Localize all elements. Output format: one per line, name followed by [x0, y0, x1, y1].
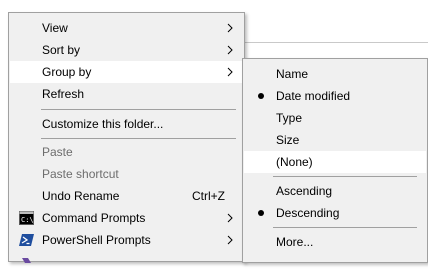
menu-item-undo-rename[interactable]: Undo Rename Ctrl+Z	[10, 185, 243, 207]
menu-item-sort-by[interactable]: Sort by	[10, 39, 243, 61]
app-icon	[22, 258, 31, 263]
menu-item-paste: Paste	[10, 141, 243, 163]
menu-item-label: Customize this folder...	[42, 117, 164, 131]
menu-item-label: PowerShell Prompts	[42, 233, 151, 247]
menu-separator	[41, 138, 236, 139]
menu-item-label: Undo Rename	[42, 189, 120, 203]
chevron-right-icon	[227, 45, 233, 55]
menu-item-label: Type	[276, 111, 303, 125]
powershell-icon	[19, 234, 34, 246]
submenu-item-none[interactable]: (None)	[244, 151, 426, 173]
menu-item-shortcut: Ctrl+Z	[192, 189, 225, 203]
menu-item-label: Group by	[42, 65, 92, 79]
submenu-item-date-modified[interactable]: Date modified	[244, 85, 426, 107]
menu-item-label: Refresh	[42, 87, 85, 101]
chevron-right-icon	[227, 235, 233, 245]
menu-item-partial[interactable]	[10, 251, 243, 273]
submenu-item-ascending[interactable]: Ascending	[244, 180, 426, 202]
menu-item-label: Paste	[42, 145, 73, 159]
menu-item-refresh[interactable]: Refresh	[10, 83, 243, 105]
submenu-item-name[interactable]: Name	[244, 63, 426, 85]
menu-item-label: Sort by	[42, 43, 81, 57]
svg-text:C:\: C:\	[21, 216, 34, 224]
context-menu: View Sort by Group by Refresh Customize …	[8, 12, 245, 263]
menu-item-label: Date modified	[276, 89, 351, 103]
chevron-right-icon	[227, 67, 233, 77]
submenu-item-descending[interactable]: Descending	[244, 202, 426, 224]
menu-item-label: View	[42, 21, 68, 35]
submenu-item-more[interactable]: More...	[244, 231, 426, 253]
menu-separator	[273, 176, 417, 177]
menu-separator	[41, 109, 236, 110]
background-divider	[245, 42, 428, 43]
menu-item-label: Paste shortcut	[42, 167, 119, 181]
command-prompt-icon: C:\	[19, 211, 34, 225]
radio-bullet-icon	[258, 93, 264, 99]
submenu-item-type[interactable]: Type	[244, 107, 426, 129]
menu-separator	[273, 227, 417, 228]
menu-item-powershell-prompts[interactable]: PowerShell Prompts	[10, 229, 243, 251]
menu-item-label: Name	[276, 67, 309, 81]
menu-item-command-prompts[interactable]: C:\ Command Prompts	[10, 207, 243, 229]
menu-item-label: Ascending	[276, 184, 333, 198]
submenu-item-size[interactable]: Size	[244, 129, 426, 151]
menu-item-customize-folder[interactable]: Customize this folder...	[10, 113, 243, 135]
menu-item-label: Size	[276, 133, 300, 147]
group-by-submenu: Name Date modified Type Size (None) Asce…	[242, 58, 428, 263]
menu-item-label: Descending	[276, 206, 340, 220]
chevron-right-icon	[227, 213, 233, 223]
menu-item-view[interactable]: View	[10, 17, 243, 39]
menu-item-label: Command Prompts	[42, 211, 146, 225]
radio-bullet-icon	[258, 210, 264, 216]
menu-item-label: (None)	[276, 155, 313, 169]
menu-item-paste-shortcut: Paste shortcut	[10, 163, 243, 185]
menu-item-group-by[interactable]: Group by	[10, 61, 243, 83]
menu-item-label: More...	[276, 235, 314, 249]
chevron-right-icon	[227, 23, 233, 33]
